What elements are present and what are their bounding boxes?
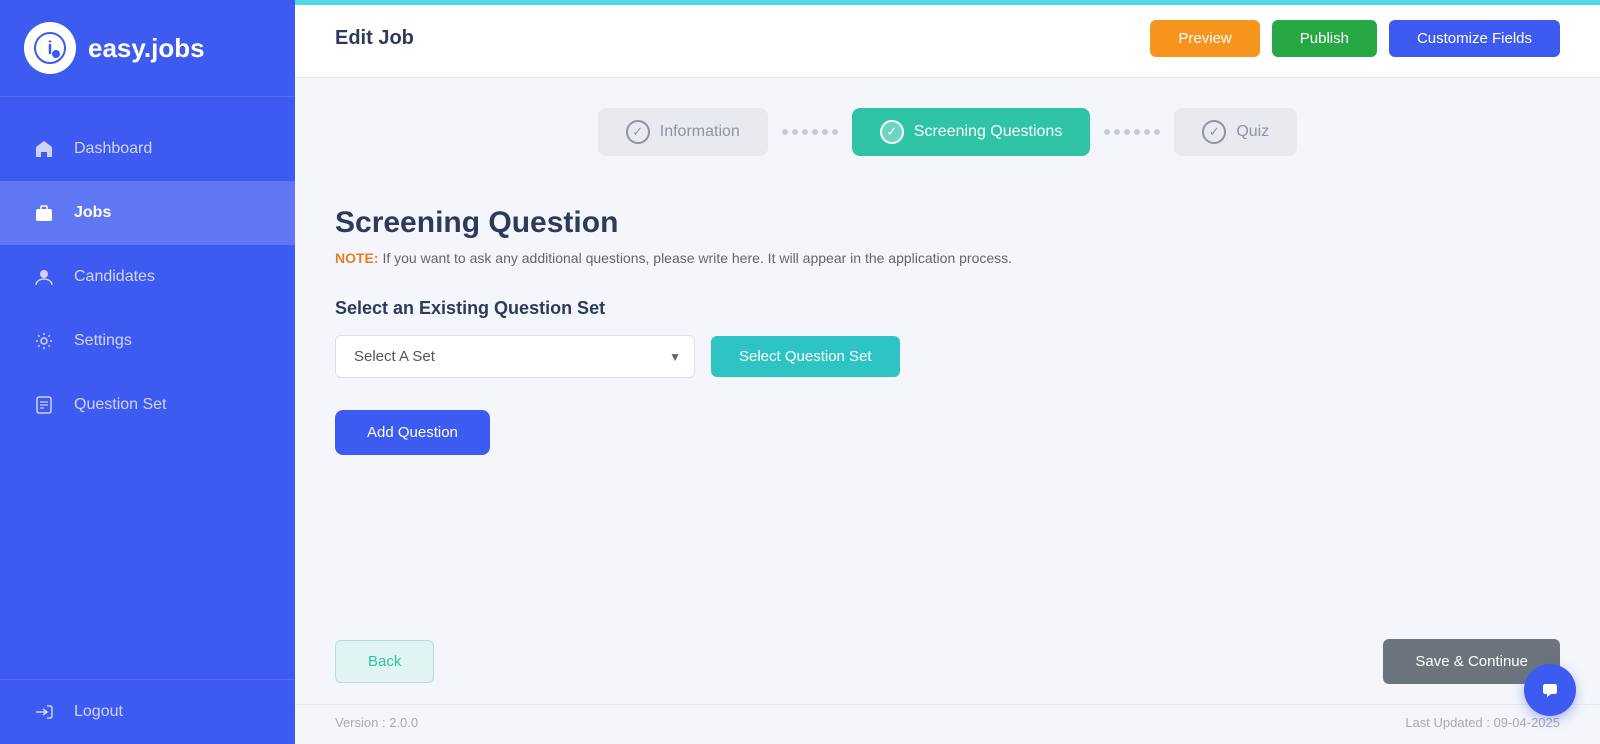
topbar-actions: Preview Publish Customize Fields — [1150, 20, 1560, 57]
question-set-icon — [30, 391, 58, 419]
section-title: Screening Question — [335, 206, 1560, 240]
step-quiz-icon: ✓ — [1202, 120, 1226, 144]
candidates-icon — [30, 263, 58, 291]
sidebar-item-settings[interactable]: Settings — [0, 309, 295, 373]
step-information[interactable]: ✓ Information — [598, 108, 768, 156]
dot — [1134, 129, 1140, 135]
dot — [1104, 129, 1110, 135]
sidebar-item-jobs-label: Jobs — [74, 204, 111, 222]
add-question-button[interactable]: Add Question — [335, 410, 490, 455]
step-quiz[interactable]: ✓ Quiz — [1174, 108, 1297, 156]
sidebar-item-dashboard[interactable]: Dashboard — [0, 117, 295, 181]
step-screening-icon: ✓ — [880, 120, 904, 144]
dot — [832, 129, 838, 135]
sidebar-item-settings-label: Settings — [74, 332, 132, 350]
topbar: Edit Job Preview Publish Customize Field… — [295, 0, 1600, 78]
version-text: Version : 2.0.0 — [335, 715, 418, 730]
step-information-label: Information — [660, 123, 740, 141]
dot — [792, 129, 798, 135]
sidebar-item-dashboard-label: Dashboard — [74, 140, 152, 158]
sidebar-item-candidates[interactable]: Candidates — [0, 245, 295, 309]
sidebar-item-jobs[interactable]: Jobs — [0, 181, 295, 245]
sidebar-nav: Dashboard Jobs Candidates — [0, 97, 295, 679]
dot — [782, 129, 788, 135]
dot — [822, 129, 828, 135]
section-note: NOTE: If you want to ask any additional … — [335, 250, 1560, 266]
dot — [802, 129, 808, 135]
step-quiz-label: Quiz — [1236, 123, 1269, 141]
home-icon — [30, 135, 58, 163]
step-screening-label: Screening Questions — [914, 123, 1063, 141]
note-text: If you want to ask any additional questi… — [379, 250, 1012, 266]
page-title: Edit Job — [335, 27, 414, 50]
logout-icon — [30, 698, 58, 726]
question-set-select[interactable]: Select A Set — [335, 335, 695, 378]
last-updated-text: Last Updated : 09-04-2025 — [1405, 715, 1560, 730]
dot — [812, 129, 818, 135]
chat-button[interactable] — [1524, 664, 1576, 716]
logout-label: Logout — [74, 703, 123, 721]
svg-text:i: i — [47, 38, 52, 58]
step-dots-1 — [768, 129, 852, 135]
jobs-icon — [30, 199, 58, 227]
dot — [1144, 129, 1150, 135]
dot — [1114, 129, 1120, 135]
progress-bar — [295, 0, 1600, 5]
sidebar-item-question-set[interactable]: Question Set — [0, 373, 295, 437]
question-set-select-wrapper: Select A Set ▼ — [335, 335, 695, 378]
main-content: Edit Job Preview Publish Customize Field… — [295, 0, 1600, 744]
settings-icon — [30, 327, 58, 355]
footer-actions: Back Save & Continue — [295, 639, 1600, 704]
content-area: Screening Question NOTE: If you want to … — [295, 176, 1600, 639]
step-screening[interactable]: ✓ Screening Questions — [852, 108, 1091, 156]
dot — [1124, 129, 1130, 135]
steps-bar: ✓ Information ✓ Screening Questions ✓ Qu… — [295, 78, 1600, 176]
back-button[interactable]: Back — [335, 640, 434, 683]
sidebar-footer: Logout — [0, 679, 295, 744]
step-information-icon: ✓ — [626, 120, 650, 144]
sidebar-item-question-set-label: Question Set — [74, 396, 167, 414]
select-section-title: Select an Existing Question Set — [335, 298, 1560, 319]
preview-button[interactable]: Preview — [1150, 20, 1259, 57]
sidebar-item-candidates-label: Candidates — [74, 268, 155, 286]
footer-info: Version : 2.0.0 Last Updated : 09-04-202… — [295, 704, 1600, 744]
sidebar: i easy.jobs Dashboard Jobs — [0, 0, 295, 744]
logo-icon: i — [24, 22, 76, 74]
step-dots-2 — [1090, 129, 1174, 135]
select-row: Select A Set ▼ Select Question Set — [335, 335, 1560, 378]
select-question-set-button[interactable]: Select Question Set — [711, 336, 900, 377]
dot — [1154, 129, 1160, 135]
logo-area: i easy.jobs — [0, 0, 295, 97]
note-label: NOTE: — [335, 250, 379, 266]
customize-fields-button[interactable]: Customize Fields — [1389, 20, 1560, 57]
logout-item[interactable]: Logout — [30, 698, 265, 726]
publish-button[interactable]: Publish — [1272, 20, 1377, 57]
logo-text: easy.jobs — [88, 33, 205, 64]
